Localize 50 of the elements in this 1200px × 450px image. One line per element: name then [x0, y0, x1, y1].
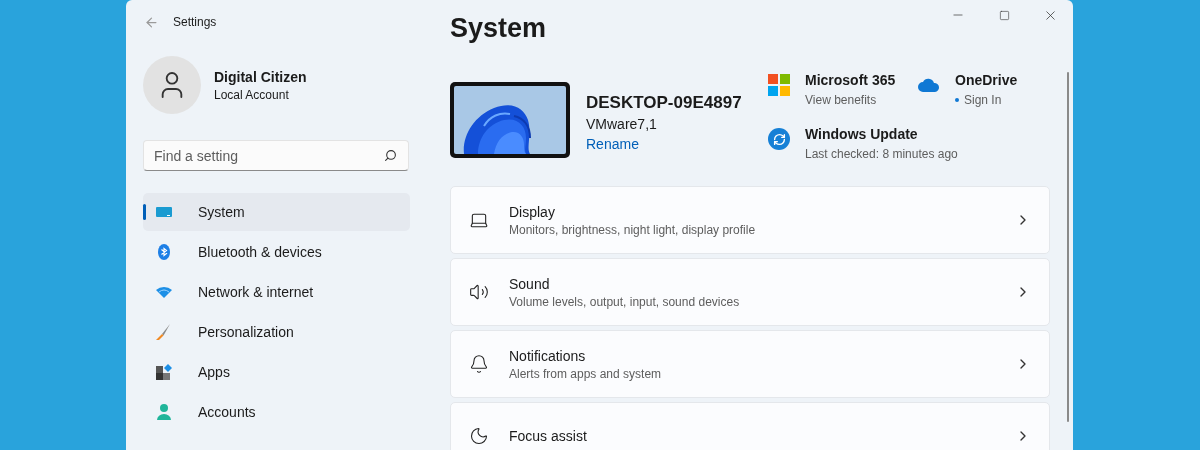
nav-label: Bluetooth & devices [198, 242, 322, 262]
person-icon [155, 403, 173, 421]
four-squares-logo-icon [768, 74, 790, 96]
nav-label: System [198, 202, 245, 222]
search-icon[interactable] [384, 149, 397, 162]
card-title: Display [509, 203, 556, 222]
tile-title[interactable]: OneDrive [955, 70, 1018, 90]
card-subtitle: Monitors, brightness, night light, display profile [509, 222, 756, 238]
speaker-icon [469, 282, 489, 302]
account-name: Digital Citizen [214, 68, 307, 87]
back-button[interactable] [143, 14, 159, 30]
nav-item[interactable]: Accounts [143, 393, 410, 431]
page-title: System [450, 12, 547, 45]
selection-indicator [143, 204, 146, 220]
maximize-icon [998, 9, 1010, 21]
rename-link[interactable]: Rename [586, 134, 748, 154]
tile-title[interactable]: Microsoft 365 [805, 70, 896, 90]
bluetooth-icon [155, 243, 173, 261]
card-title: Focus assist [509, 427, 587, 446]
device-name: DESKTOP-09E4897 [586, 92, 743, 114]
cloud-icon [918, 78, 940, 92]
device-model: VMware7,1 [586, 115, 658, 134]
search-field[interactable]: Find a setting [143, 140, 409, 171]
nav-item[interactable]: Bluetooth & devices [143, 233, 410, 271]
bell-icon [469, 354, 489, 374]
tile-subtitle: View benefits [805, 92, 877, 108]
window-title: Settings [173, 14, 217, 31]
apps-icon [155, 363, 173, 381]
sync-icon [768, 128, 790, 150]
nav-item[interactable]: System [143, 193, 410, 231]
settings-card[interactable]: Sound Volume levels, output, input, sound devices [450, 258, 1050, 326]
tile-subtitle: Last checked: 8 minutes ago [805, 146, 958, 162]
card-subtitle: Volume levels, output, input, sound devices [509, 294, 740, 310]
nav-label: Personalization [198, 322, 294, 342]
card-title: Sound [509, 275, 551, 294]
nav-label: Accounts [198, 402, 256, 422]
nav-label: Apps [198, 362, 230, 382]
card-title: Notifications [509, 347, 587, 366]
settings-card[interactable]: Focus assist [450, 402, 1050, 450]
moon-icon [469, 426, 489, 446]
nav-item[interactable]: Apps [143, 353, 410, 391]
account-type: Local Account [214, 87, 290, 103]
tile-title[interactable]: Windows Update [805, 124, 958, 144]
card-subtitle: Alerts from apps and system [509, 366, 662, 382]
nav-item[interactable]: Personalization [143, 313, 410, 351]
settings-card[interactable]: Notifications Alerts from apps and system [450, 330, 1050, 398]
nav-label: Network & internet [198, 282, 314, 302]
nav-item[interactable]: Network & internet [143, 273, 410, 311]
tile-subtitle: Sign In [964, 92, 1002, 108]
settings-card[interactable]: Display Monitors, brightness, night light, display profile [450, 186, 1050, 254]
